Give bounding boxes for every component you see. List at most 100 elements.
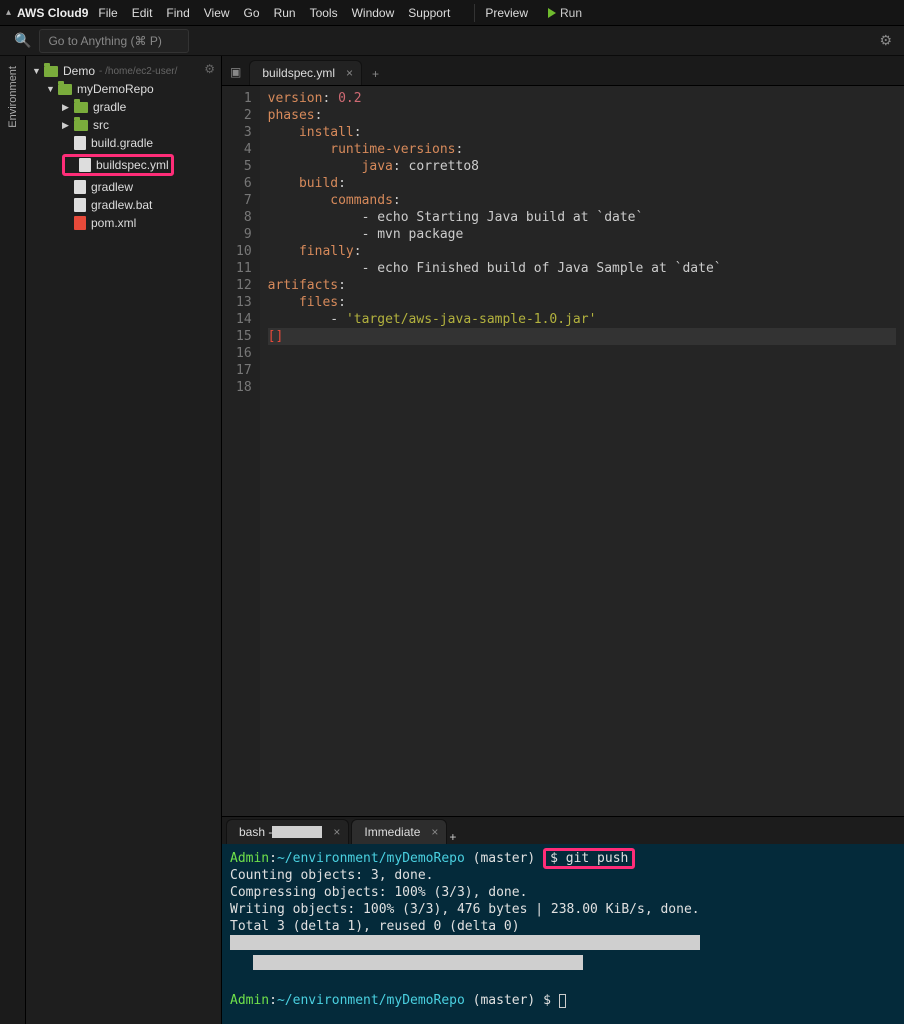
file-tree: ⚙ ▼ Demo - /home/ec2-user/ ▼ myDemoRepo ▶ g… bbox=[26, 56, 222, 1024]
redacted-text bbox=[272, 826, 322, 838]
terminal-line: Writing objects: 100% (3/3), 476 bytes |… bbox=[230, 902, 700, 917]
menu-go[interactable]: Go bbox=[244, 6, 260, 20]
run-button[interactable]: Run bbox=[548, 6, 582, 20]
menubar-divider bbox=[474, 4, 475, 22]
menu-find[interactable]: Find bbox=[166, 6, 189, 20]
folder-icon bbox=[58, 84, 72, 95]
code-line-8: commands: bbox=[268, 192, 896, 209]
goto-anything-input[interactable]: Go to Anything (⌘ P) bbox=[39, 29, 189, 53]
brand-triangle-icon: ▴ bbox=[6, 7, 11, 18]
code-line-13: - echo Finished build of Java Sample at … bbox=[268, 260, 896, 277]
tree-folder-gradle[interactable]: ▶ gradle bbox=[28, 98, 219, 116]
tab-label: bash - bbox=[239, 825, 272, 839]
tree-item-label: pom.xml bbox=[91, 216, 136, 230]
terminal-branch: (master) bbox=[473, 993, 536, 1008]
code-line-1: version: 0.2 bbox=[268, 90, 896, 107]
brand: AWS Cloud9 bbox=[17, 6, 88, 20]
terminal-line: Counting objects: 3, done. bbox=[230, 868, 434, 883]
menubar: ▴ AWS Cloud9 File Edit Find View Go Run … bbox=[0, 0, 904, 26]
run-label: Run bbox=[560, 6, 582, 20]
tree-item-label: gradlew bbox=[91, 180, 133, 194]
folder-icon bbox=[74, 120, 88, 131]
terminal-line: Compressing objects: 100% (3/3), done. bbox=[230, 885, 527, 900]
tree-item-label: build.gradle bbox=[91, 136, 153, 150]
code-line-10: - mvn package bbox=[268, 226, 896, 243]
tree-file-buildspec-yml[interactable]: buildspec.yml bbox=[28, 152, 219, 178]
add-tab-button[interactable]: + bbox=[364, 63, 387, 85]
tree-file-build-gradle[interactable]: build.gradle bbox=[28, 134, 219, 152]
terminal-tab-bash[interactable]: bash - × bbox=[226, 819, 349, 844]
tree-item-label: myDemoRepo bbox=[77, 82, 154, 96]
environment-side-tab[interactable]: Environment bbox=[0, 56, 26, 1024]
terminal-cursor bbox=[559, 994, 566, 1008]
chevron-down-icon: ▼ bbox=[46, 84, 56, 94]
editor-area: ▣ buildspec.yml × + 12345678910111213141… bbox=[222, 56, 904, 1024]
terminal-user: Admin bbox=[230, 993, 269, 1008]
close-icon[interactable]: × bbox=[431, 825, 438, 839]
terminal-path: ~/environment/myDemoRepo bbox=[277, 993, 465, 1008]
folder-icon bbox=[74, 102, 88, 113]
bottom-tabs: bash - × Immediate × + bbox=[222, 816, 904, 844]
tree-file-gradlew[interactable]: gradlew bbox=[28, 178, 219, 196]
panel-icon[interactable]: ▣ bbox=[226, 65, 249, 85]
menu-tools[interactable]: Tools bbox=[310, 6, 338, 20]
play-icon bbox=[548, 8, 556, 18]
code-line-3: install: bbox=[268, 124, 896, 141]
chevron-right-icon: ▶ bbox=[62, 120, 72, 131]
tab-label: buildspec.yml bbox=[262, 66, 335, 80]
tree-file-gradlew-bat[interactable]: gradlew.bat bbox=[28, 196, 219, 214]
tree-item-label: buildspec.yml bbox=[96, 158, 169, 172]
code-line-16: files: bbox=[268, 294, 896, 311]
terminal-command-highlighted: $ git push bbox=[543, 848, 635, 869]
code-body[interactable]: version: 0.2phases: install: runtime-ver… bbox=[260, 86, 904, 816]
editor-tab-buildspec[interactable]: buildspec.yml × bbox=[249, 60, 362, 85]
editor-tabs: ▣ buildspec.yml × + bbox=[222, 56, 904, 86]
file-icon bbox=[74, 216, 86, 230]
code-line-9: - echo Starting Java build at `date` bbox=[268, 209, 896, 226]
chevron-down-icon: ▼ bbox=[32, 66, 42, 76]
file-icon bbox=[74, 136, 86, 150]
search-icon[interactable]: 🔍 bbox=[14, 32, 31, 49]
environment-label: Environment bbox=[5, 56, 21, 138]
sidebar-gear-icon[interactable]: ⚙ bbox=[204, 62, 215, 76]
menu-edit[interactable]: Edit bbox=[132, 6, 153, 20]
folder-icon bbox=[44, 66, 58, 77]
terminal-tab-immediate[interactable]: Immediate × bbox=[351, 819, 447, 844]
code-line-7: build: bbox=[268, 175, 896, 192]
code-line-5: java: corretto8 bbox=[268, 158, 896, 175]
close-icon[interactable]: × bbox=[333, 825, 340, 839]
code-line-2: phases: bbox=[268, 107, 896, 124]
terminal-path: ~/environment/myDemoRepo bbox=[277, 851, 465, 866]
file-icon bbox=[79, 158, 91, 172]
tree-folder-myDemoRepo[interactable]: ▼ myDemoRepo bbox=[28, 80, 219, 98]
tab-label: Immediate bbox=[364, 825, 420, 839]
line-gutter: 123456789101112131415161718 bbox=[222, 86, 260, 816]
file-icon bbox=[74, 180, 86, 194]
menu-run[interactable]: Run bbox=[274, 6, 296, 20]
tree-root-name: Demo bbox=[63, 64, 95, 78]
terminal-branch: (master) bbox=[473, 851, 536, 866]
file-icon bbox=[74, 198, 86, 212]
tree-folder-src[interactable]: ▶ src bbox=[28, 116, 219, 134]
code-editor[interactable]: 123456789101112131415161718 version: 0.2… bbox=[222, 86, 904, 816]
gear-icon[interactable]: ⚙ bbox=[879, 32, 892, 49]
add-terminal-tab-button[interactable]: + bbox=[449, 830, 456, 844]
terminal-line: Total 3 (delta 1), reused 0 (delta 0) bbox=[230, 919, 520, 934]
chevron-right-icon: ▶ bbox=[62, 102, 72, 113]
menu-view[interactable]: View bbox=[204, 6, 230, 20]
menu-support[interactable]: Support bbox=[408, 6, 450, 20]
close-icon[interactable]: × bbox=[346, 66, 353, 80]
toolbar: 🔍 Go to Anything (⌘ P) ⚙ bbox=[0, 26, 904, 56]
redacted-line bbox=[230, 935, 700, 950]
tree-file-pom-xml[interactable]: pom.xml bbox=[28, 214, 219, 232]
tree-item-label: gradlew.bat bbox=[91, 198, 152, 212]
tree-item-label: gradle bbox=[93, 100, 126, 114]
tree-root[interactable]: ▼ Demo - /home/ec2-user/ bbox=[28, 62, 219, 80]
terminal[interactable]: Admin:~/environment/myDemoRepo (master) … bbox=[222, 844, 904, 1024]
tree-item-label: src bbox=[93, 118, 109, 132]
terminal-user: Admin bbox=[230, 851, 269, 866]
menu-file[interactable]: File bbox=[98, 6, 117, 20]
menu-window[interactable]: Window bbox=[352, 6, 395, 20]
code-line-12: finally: bbox=[268, 243, 896, 260]
preview-button[interactable]: Preview bbox=[485, 6, 528, 20]
